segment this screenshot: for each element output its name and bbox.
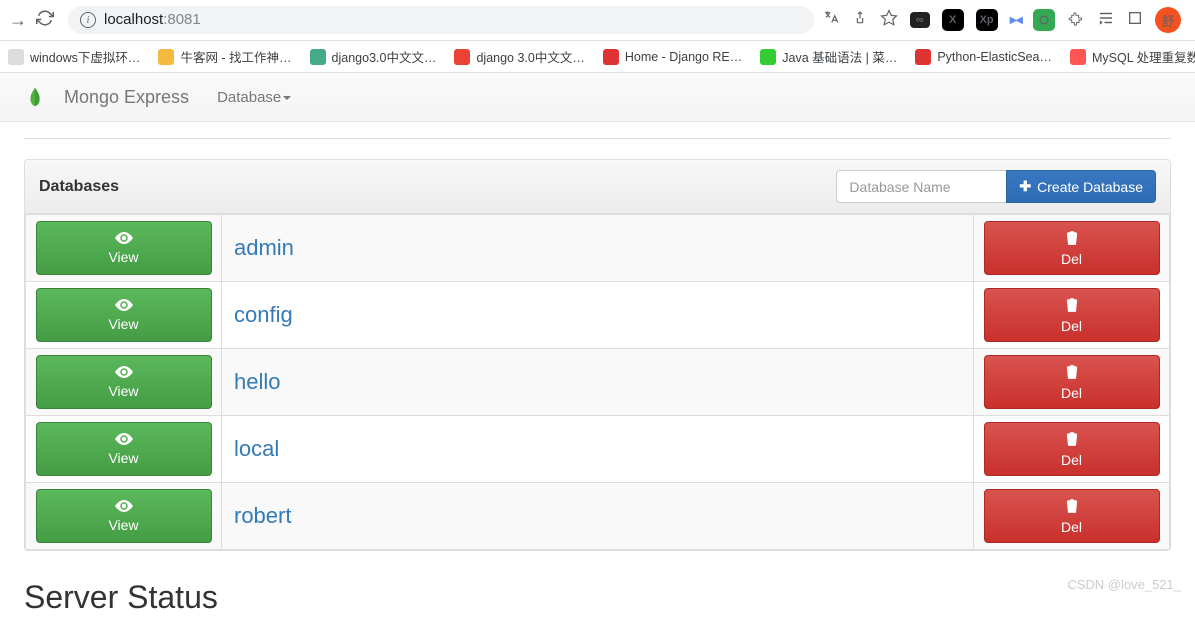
bookmark-item[interactable]: Home - Django RE… <box>603 49 742 65</box>
view-button[interactable]: View <box>36 489 212 543</box>
divider <box>24 138 1171 139</box>
trash-icon <box>1065 297 1079 316</box>
favicon <box>454 49 470 65</box>
favicon <box>1070 49 1086 65</box>
view-button[interactable]: View <box>36 355 212 409</box>
star-icon[interactable] <box>880 9 898 32</box>
view-label: View <box>108 316 138 332</box>
table-row: View local Del <box>26 416 1170 483</box>
bookmark-label: django 3.0中文文… <box>476 47 584 66</box>
del-label: Del <box>1061 385 1082 401</box>
trash-icon <box>1065 230 1079 249</box>
address-bar[interactable]: i localhost:8081 <box>68 6 814 34</box>
database-name-link[interactable]: hello <box>234 369 280 394</box>
database-name-input[interactable] <box>836 170 1006 203</box>
mongo-leaf-icon <box>24 85 48 109</box>
share-icon[interactable] <box>852 10 868 31</box>
bookmark-label: Python-ElasticSea… <box>937 50 1052 64</box>
bookmark-item[interactable]: 牛客网 - 找工作神… <box>158 47 291 66</box>
browser-toolbar: → i localhost:8081 ∞ X Xp ▶◀ ⎔ 舒 <box>0 0 1195 41</box>
delete-button[interactable]: Del <box>984 355 1160 409</box>
trash-icon <box>1065 431 1079 450</box>
view-button[interactable]: View <box>36 288 212 342</box>
delete-button[interactable]: Del <box>984 422 1160 476</box>
favicon <box>603 49 619 65</box>
bookmark-label: Home - Django RE… <box>625 50 742 64</box>
extension-icon-2[interactable]: X <box>942 9 964 31</box>
eye-icon <box>115 366 133 381</box>
table-row: View hello Del <box>26 349 1170 416</box>
table-row: View admin Del <box>26 215 1170 282</box>
view-button[interactable]: View <box>36 221 212 275</box>
trash-icon <box>1065 498 1079 517</box>
reading-list-icon[interactable] <box>1097 9 1115 32</box>
eye-icon <box>115 433 133 448</box>
panel-header: Databases ✚ Create Database <box>25 160 1170 214</box>
bookmark-label: Java 基础语法 | 菜… <box>782 47 897 66</box>
view-label: View <box>108 450 138 466</box>
url-host: localhost <box>104 11 163 28</box>
window-icon[interactable] <box>1127 10 1143 31</box>
favicon <box>8 49 24 65</box>
del-label: Del <box>1061 318 1082 334</box>
app-navbar: Mongo Express Database <box>0 73 1195 122</box>
favicon <box>158 49 174 65</box>
favicon <box>760 49 776 65</box>
bookmarks-bar: windows下虚拟环… 牛客网 - 找工作神… django3.0中文文… djan… <box>0 41 1195 73</box>
panel-title: Databases <box>39 178 119 196</box>
databases-panel: Databases ✚ Create Database View admin Del… <box>24 159 1171 551</box>
app-brand[interactable]: Mongo Express <box>64 87 189 108</box>
toolbar-actions: ∞ X Xp ▶◀ ⎔ 舒 <box>822 7 1187 33</box>
extension-icon-4[interactable]: ▶◀ <box>1010 15 1021 26</box>
profile-avatar[interactable]: 舒 <box>1155 7 1181 33</box>
del-label: Del <box>1061 251 1082 267</box>
delete-button[interactable]: Del <box>984 288 1160 342</box>
favicon <box>915 49 931 65</box>
bookmark-item[interactable]: windows下虚拟环… <box>8 47 140 66</box>
view-label: View <box>108 517 138 533</box>
bookmark-label: MySQL 处理重复数… <box>1092 47 1195 66</box>
database-name-link[interactable]: config <box>234 302 293 327</box>
translate-icon[interactable] <box>822 9 840 32</box>
eye-icon <box>115 299 133 314</box>
database-name-link[interactable]: local <box>234 436 279 461</box>
favicon <box>310 49 326 65</box>
plus-icon: ✚ <box>1019 178 1031 195</box>
site-info-icon[interactable]: i <box>80 12 96 28</box>
nav-database-dropdown[interactable]: Database <box>217 89 291 106</box>
create-database-button[interactable]: ✚ Create Database <box>1006 170 1156 203</box>
bookmark-label: django3.0中文文… <box>332 47 437 66</box>
bookmark-item[interactable]: Java 基础语法 | 菜… <box>760 47 897 66</box>
extension-icon-1[interactable]: ∞ <box>910 12 930 28</box>
eye-icon <box>115 500 133 515</box>
bookmark-item[interactable]: django3.0中文文… <box>310 47 437 66</box>
view-label: View <box>108 249 138 265</box>
view-button[interactable]: View <box>36 422 212 476</box>
forward-arrow-icon[interactable]: → <box>8 10 28 31</box>
eye-icon <box>115 232 133 247</box>
table-row: View config Del <box>26 282 1170 349</box>
extension-icon-3[interactable]: Xp <box>976 9 998 31</box>
delete-button[interactable]: Del <box>984 221 1160 275</box>
delete-button[interactable]: Del <box>984 489 1160 543</box>
extension-icon-5[interactable]: ⎔ <box>1033 9 1055 31</box>
watermark: CSDN @love_521_ <box>1067 577 1181 592</box>
table-row: View robert Del <box>26 483 1170 550</box>
url-port: :8081 <box>163 11 201 28</box>
database-name-link[interactable]: admin <box>234 235 294 260</box>
reload-icon[interactable] <box>36 9 56 32</box>
del-label: Del <box>1061 452 1082 468</box>
bookmark-item[interactable]: MySQL 处理重复数… <box>1070 47 1195 66</box>
trash-icon <box>1065 364 1079 383</box>
database-name-link[interactable]: robert <box>234 503 291 528</box>
server-status-heading: Server Status <box>24 579 1171 616</box>
view-label: View <box>108 383 138 399</box>
databases-table: ViewadminDelViewconfigDelViewhelloDelVie… <box>25 214 1170 550</box>
extensions-menu-icon[interactable] <box>1067 9 1085 32</box>
del-label: Del <box>1061 519 1082 535</box>
bookmark-label: windows下虚拟环… <box>30 47 140 66</box>
bookmark-item[interactable]: django 3.0中文文… <box>454 47 584 66</box>
bookmark-label: 牛客网 - 找工作神… <box>180 47 291 66</box>
bookmark-item[interactable]: Python-ElasticSea… <box>915 49 1052 65</box>
